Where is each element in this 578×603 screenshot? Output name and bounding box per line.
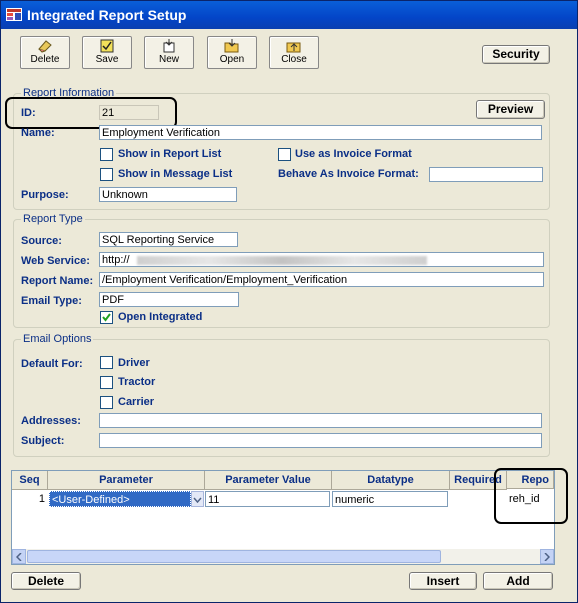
web-service-field[interactable]: http:// bbox=[99, 252, 544, 267]
web-service-label: Web Service: bbox=[21, 255, 90, 267]
source-field[interactable]: SQL Reporting Service bbox=[99, 232, 238, 247]
open-integrated-label: Open Integrated bbox=[118, 311, 203, 323]
show-in-report-list-label: Show in Report List bbox=[118, 148, 222, 160]
show-in-message-list-label: Show in Message List bbox=[118, 168, 233, 180]
behave-as-invoice-format-field[interactable] bbox=[429, 167, 543, 182]
subject-field[interactable] bbox=[99, 433, 542, 448]
security-button[interactable]: Security bbox=[482, 45, 550, 64]
name-field[interactable]: Employment Verification bbox=[99, 125, 542, 140]
email-options-title: Email Options bbox=[21, 333, 94, 345]
scroll-left-button[interactable] bbox=[12, 549, 26, 564]
new-document-icon bbox=[163, 39, 175, 53]
open-toolbar-button[interactable]: Open bbox=[207, 36, 257, 69]
delete-toolbar-button[interactable]: Delete bbox=[20, 36, 70, 69]
behave-as-invoice-format-label: Behave As Invoice Format: bbox=[278, 168, 419, 180]
parameter-dropdown-button[interactable] bbox=[191, 491, 204, 507]
tractor-label: Tractor bbox=[118, 376, 156, 388]
driver-checkbox[interactable] bbox=[100, 356, 113, 369]
chevron-right-icon bbox=[544, 552, 551, 562]
delete-row-button[interactable]: Delete bbox=[11, 572, 81, 590]
source-label: Source: bbox=[21, 235, 62, 247]
close-toolbar-button[interactable]: Close bbox=[269, 36, 319, 69]
close-toolbar-label: Close bbox=[281, 54, 307, 65]
chevron-down-icon bbox=[193, 497, 202, 504]
window-title: Integrated Report Setup bbox=[27, 7, 187, 23]
cell-parameter[interactable]: <User-Defined> bbox=[49, 491, 191, 507]
subject-label: Subject: bbox=[21, 435, 65, 447]
use-as-invoice-format-label: Use as Invoice Format bbox=[295, 148, 412, 160]
report-name-label: Report Name: bbox=[21, 275, 94, 287]
open-integrated-checkbox[interactable] bbox=[100, 311, 113, 324]
horizontal-scrollbar[interactable] bbox=[12, 549, 554, 564]
open-toolbar-label: Open bbox=[219, 54, 245, 65]
carrier-checkbox[interactable] bbox=[100, 396, 113, 409]
addresses-field[interactable] bbox=[99, 413, 542, 428]
cell-seq: 1 bbox=[38, 493, 45, 505]
report-type-title: Report Type bbox=[21, 213, 85, 225]
grid-header-parameter[interactable]: Parameter bbox=[48, 471, 205, 490]
show-in-report-list-checkbox[interactable] bbox=[100, 148, 113, 161]
parameter-grid[interactable]: Seq Parameter Parameter Value Datatype R… bbox=[11, 470, 555, 565]
addresses-label: Addresses: bbox=[21, 415, 81, 427]
save-toolbar-button[interactable]: Save bbox=[82, 36, 132, 69]
cell-parameter-value[interactable]: 11 bbox=[205, 491, 330, 507]
preview-button[interactable]: Preview bbox=[476, 100, 545, 119]
email-type-field[interactable]: PDF bbox=[99, 292, 239, 307]
web-service-blurred bbox=[136, 255, 427, 265]
report-column-highlight-box bbox=[494, 468, 568, 524]
delete-toolbar-label: Delete bbox=[30, 54, 60, 65]
window: Integrated Report Setup Delete Save New … bbox=[0, 0, 578, 603]
new-toolbar-button[interactable]: New bbox=[144, 36, 194, 69]
scroll-right-button[interactable] bbox=[540, 549, 554, 564]
show-in-message-list-checkbox[interactable] bbox=[100, 168, 113, 181]
new-toolbar-label: New bbox=[158, 54, 179, 65]
eraser-icon bbox=[38, 40, 52, 53]
purpose-label: Purpose: bbox=[21, 189, 69, 201]
driver-label: Driver bbox=[118, 357, 150, 369]
tractor-checkbox[interactable] bbox=[100, 376, 113, 389]
save-icon bbox=[100, 39, 114, 53]
grid-header-seq[interactable]: Seq bbox=[12, 471, 48, 490]
add-row-button[interactable]: Add bbox=[483, 572, 553, 590]
title-bar[interactable]: Integrated Report Setup bbox=[1, 1, 577, 29]
carrier-label: Carrier bbox=[118, 396, 155, 408]
grid-header-parameter-value[interactable]: Parameter Value bbox=[205, 471, 332, 490]
report-name-field[interactable]: /Employment Verification/Employment_Veri… bbox=[99, 272, 544, 287]
cell-datatype[interactable]: numeric bbox=[332, 491, 448, 507]
close-folder-icon bbox=[286, 42, 301, 53]
insert-row-button[interactable]: Insert bbox=[409, 572, 477, 590]
checkmark-icon bbox=[102, 313, 111, 322]
grid-header-datatype[interactable]: Datatype bbox=[332, 471, 450, 490]
scroll-thumb[interactable] bbox=[27, 550, 441, 563]
chevron-left-icon bbox=[15, 552, 22, 562]
name-label: Name: bbox=[21, 127, 55, 139]
email-type-label: Email Type: bbox=[21, 295, 82, 307]
save-toolbar-label: Save bbox=[95, 54, 119, 65]
web-service-value: http:// bbox=[102, 254, 130, 266]
app-icon bbox=[6, 8, 22, 21]
use-as-invoice-format-checkbox[interactable] bbox=[278, 148, 291, 161]
purpose-field[interactable]: Unknown bbox=[99, 187, 237, 202]
open-folder-icon bbox=[224, 39, 239, 53]
default-for-label: Default For: bbox=[21, 358, 83, 370]
